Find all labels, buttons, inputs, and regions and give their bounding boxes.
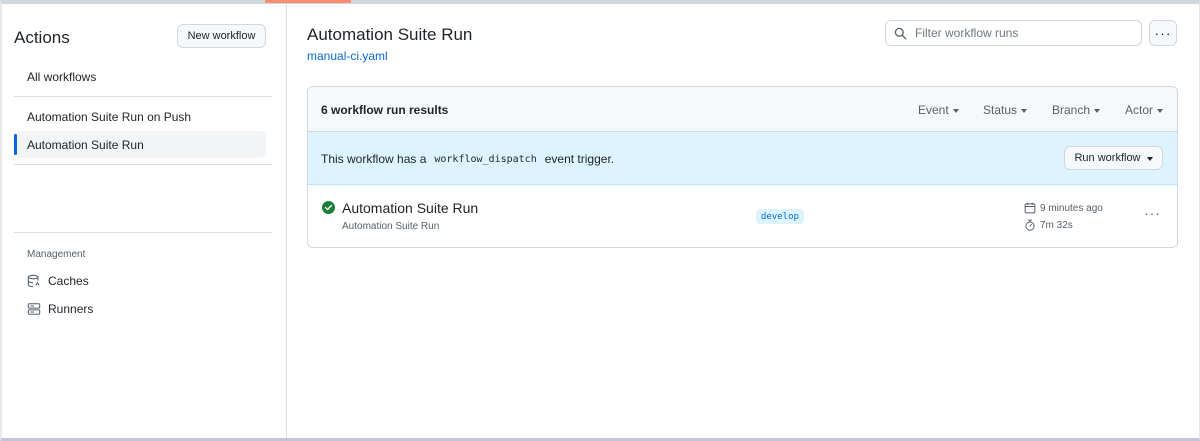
sidebar-item-all-workflows[interactable]: All workflows <box>14 63 266 90</box>
sidebar-title: Actions <box>14 28 70 47</box>
search-icon <box>894 27 907 39</box>
run-more-options-button[interactable]: ··· <box>1144 205 1161 221</box>
workflow-file-link[interactable]: manual-ci.yaml <box>307 49 388 63</box>
duration: 7m 32s <box>1040 219 1073 231</box>
status-filter-label: Status <box>983 103 1018 117</box>
caret-down-icon <box>1157 108 1164 113</box>
caret-down-icon <box>952 108 959 113</box>
run-workflow-button[interactable]: Run workflow <box>1064 146 1163 170</box>
sidebar-divider <box>14 96 272 97</box>
sidebar-item-caches[interactable]: Caches <box>27 274 89 288</box>
banner-prefix: This workflow has a <box>321 152 427 166</box>
banner-text: This workflow has a workflow_dispatch ev… <box>321 152 614 166</box>
check-circle-icon <box>322 201 335 214</box>
sidebar-item-workflow-on-push[interactable]: Automation Suite Run on Push <box>14 103 266 130</box>
run-time: 9 minutes ago <box>1024 202 1103 214</box>
event-filter-dropdown[interactable]: Event <box>918 103 959 117</box>
time-ago: 9 minutes ago <box>1040 202 1103 214</box>
more-options-button[interactable]: ··· <box>1149 20 1177 46</box>
runs-header: 6 workflow run results Event Status Bran… <box>308 87 1177 132</box>
run-workflow-label: Run workflow <box>1074 152 1141 164</box>
event-filter-label: Event <box>918 103 949 117</box>
active-tab-underline <box>265 0 351 3</box>
page-title: Automation Suite Run <box>307 25 473 44</box>
status-filter-dropdown[interactable]: Status <box>983 103 1028 117</box>
search-input[interactable] <box>915 26 1125 40</box>
sidebar-item-runners[interactable]: Runners <box>27 302 93 316</box>
management-heading: Management <box>27 249 86 260</box>
sidebar: Actions New workflow All workflows Autom… <box>2 4 287 438</box>
database-icon <box>27 274 40 288</box>
new-workflow-button[interactable]: New workflow <box>177 24 266 48</box>
actor-filter-dropdown[interactable]: Actor <box>1125 103 1164 117</box>
runners-label: Runners <box>48 302 94 316</box>
server-icon <box>27 303 41 315</box>
filter-workflow-runs[interactable] <box>885 20 1142 46</box>
actor-filter-label: Actor <box>1125 103 1154 117</box>
caret-down-icon <box>1094 108 1101 113</box>
run-duration: 7m 32s <box>1024 219 1073 231</box>
run-subtitle: Automation Suite Run <box>342 221 440 232</box>
active-indicator <box>14 134 17 155</box>
caret-down-icon <box>1146 156 1153 161</box>
stopwatch-icon <box>1025 219 1035 231</box>
sidebar-divider <box>14 164 272 165</box>
workflow-runs-box: 6 workflow run results Event Status Bran… <box>307 86 1178 248</box>
sidebar-item-workflow-active[interactable]: Automation Suite Run <box>14 131 266 158</box>
results-count: 6 workflow run results <box>321 103 449 117</box>
branch-filter-dropdown[interactable]: Branch <box>1052 103 1101 117</box>
caches-label: Caches <box>48 274 89 288</box>
table-row[interactable]: Automation Suite Run Automation Suite Ru… <box>308 185 1177 247</box>
dispatch-banner: This workflow has a workflow_dispatch ev… <box>308 132 1177 185</box>
calendar-icon <box>1024 202 1036 214</box>
banner-code: workflow_dispatch <box>434 153 537 165</box>
run-title-link[interactable]: Automation Suite Run <box>342 200 478 216</box>
branch-filter-label: Branch <box>1052 103 1091 117</box>
branch-badge[interactable]: develop <box>756 209 804 224</box>
sidebar-divider <box>14 232 272 233</box>
banner-suffix: event trigger. <box>544 152 615 166</box>
caret-down-icon <box>1021 108 1028 113</box>
